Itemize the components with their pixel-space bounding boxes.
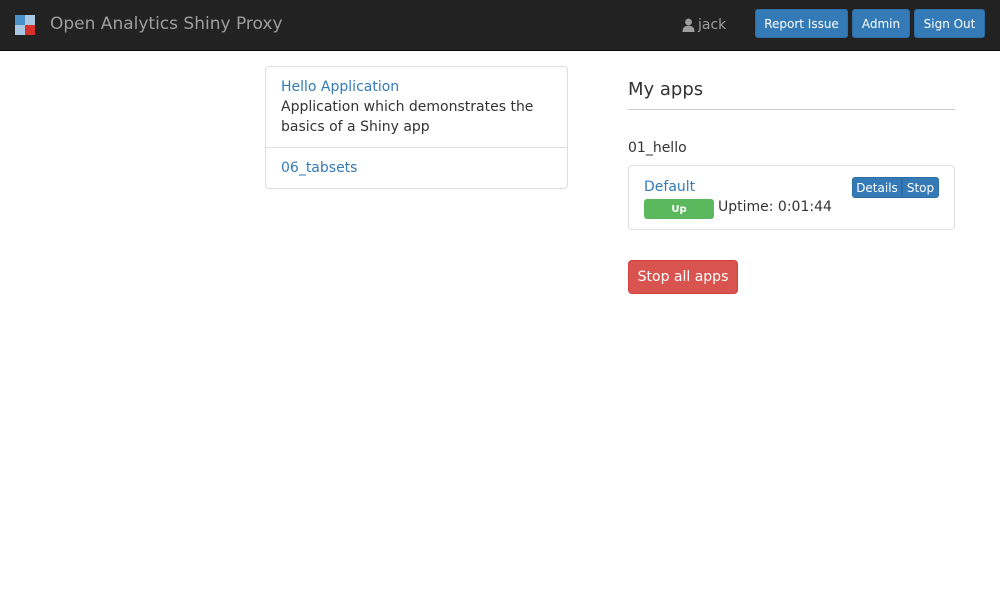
app-instance-card: Default Up Uptime: 0:01:44 Details Stop xyxy=(628,165,955,230)
stop-all-apps-button[interactable]: Stop all apps xyxy=(628,260,738,294)
shinyproxy-logo-icon xyxy=(15,15,35,35)
username-label: jack xyxy=(698,17,727,33)
admin-button[interactable]: Admin xyxy=(852,9,910,38)
report-issue-button[interactable]: Report Issue xyxy=(755,9,848,38)
instance-link-default[interactable]: Default xyxy=(644,177,695,197)
app-group-name: 01_hello xyxy=(628,140,687,156)
instance-actions: Details Stop xyxy=(852,177,939,198)
details-button[interactable]: Details xyxy=(852,177,902,198)
app-description: Application which demonstrates the basic… xyxy=(281,99,534,135)
brand[interactable]: Open Analytics Shiny Proxy xyxy=(15,14,283,35)
app-link-06-tabsets[interactable]: 06_tabsets xyxy=(281,158,552,178)
stop-button[interactable]: Stop xyxy=(902,177,939,198)
user-icon xyxy=(682,18,695,32)
uptime-text: Uptime: 0:01:44 xyxy=(718,199,832,215)
heading-divider xyxy=(628,109,955,110)
my-apps-heading: My apps xyxy=(628,79,704,100)
status-badge: Up xyxy=(644,199,714,219)
brand-title[interactable]: Open Analytics Shiny Proxy xyxy=(50,14,283,34)
app-link-hello-application[interactable]: Hello Application xyxy=(281,77,552,97)
app-list: Hello Application Application which demo… xyxy=(265,66,568,189)
sign-out-button[interactable]: Sign Out xyxy=(914,9,985,38)
list-item: Hello Application Application which demo… xyxy=(266,67,567,148)
user-menu[interactable]: jack xyxy=(682,16,726,34)
list-item: 06_tabsets xyxy=(266,148,567,188)
top-navbar: Open Analytics Shiny Proxy jack Report I… xyxy=(0,0,1000,51)
